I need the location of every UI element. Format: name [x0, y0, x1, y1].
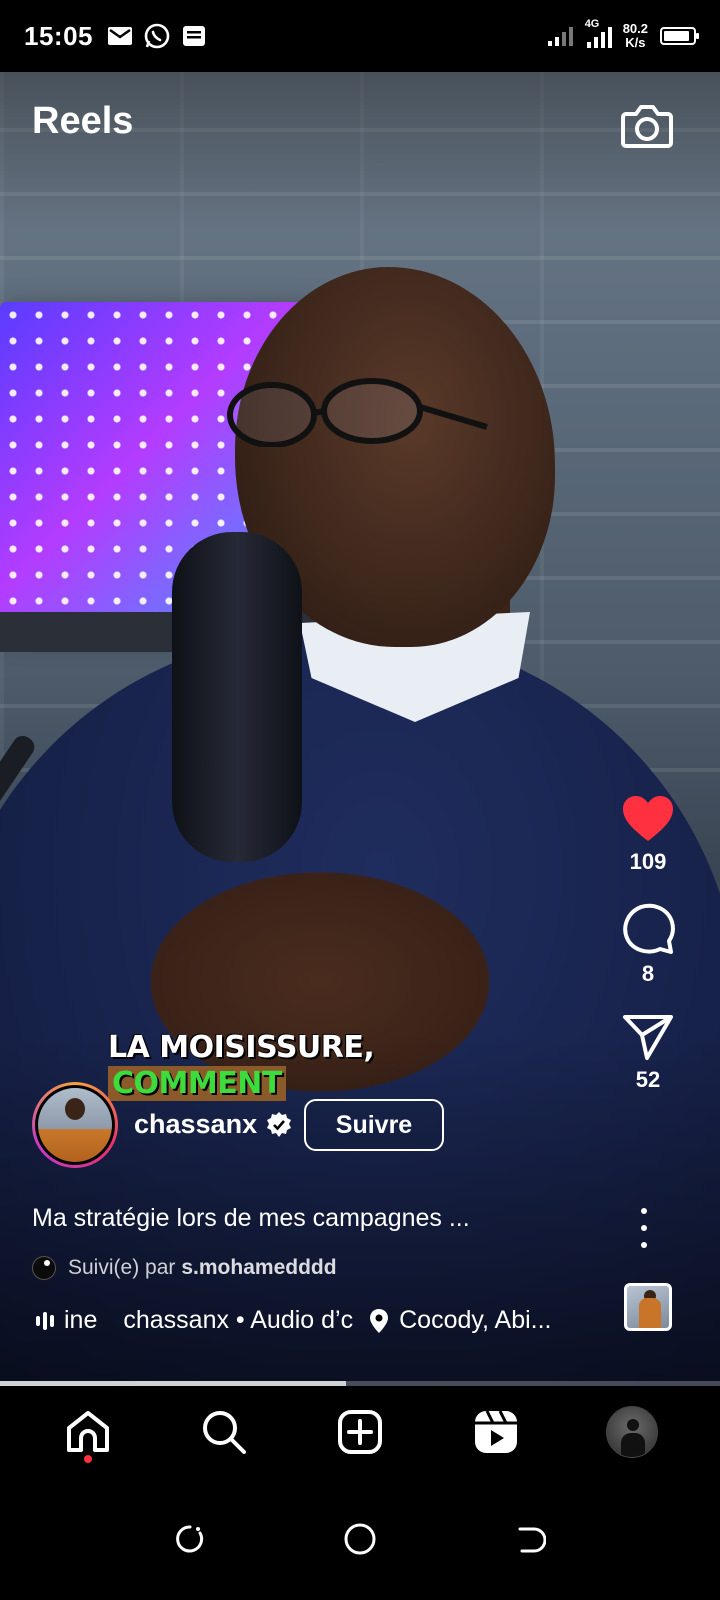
whatsapp-icon: [144, 23, 170, 49]
followed-by-prefix: Suivi(e) par: [68, 1256, 176, 1279]
comment-count: 8: [641, 961, 655, 986]
create-icon: [338, 1410, 382, 1454]
caption-line-2: COMMENT: [108, 1066, 286, 1101]
system-nav-bar: [0, 1478, 720, 1600]
nav-create[interactable]: [325, 1397, 395, 1467]
more-options-button[interactable]: [632, 1208, 656, 1248]
message-icon: [183, 26, 205, 46]
video-caption: LA MOISISSURE, COMMENT: [108, 1030, 375, 1102]
share-button[interactable]: 52: [622, 1013, 674, 1093]
profile-avatar-nav: [606, 1406, 658, 1458]
followed-by-row[interactable]: Suivi(e) par s.mohamedddd: [32, 1256, 337, 1280]
like-button[interactable]: 109: [621, 795, 675, 875]
speed-value: 80.2: [622, 21, 648, 36]
more-dot-icon: [641, 1208, 647, 1214]
audio-location-row[interactable]: ine chassanx • Audio d’c Cocody, Abi...: [36, 1306, 596, 1335]
recents-icon: [176, 1525, 204, 1553]
followed-by-user[interactable]: s.mohamedddd: [181, 1256, 336, 1280]
thumb-figure: [639, 1298, 661, 1328]
top-shade: [0, 72, 720, 232]
more-dot-icon: [641, 1225, 647, 1231]
net-speed: 80.2 K/s: [623, 22, 648, 50]
audio-thumbnail[interactable]: [624, 1283, 672, 1331]
comment-icon: [623, 903, 675, 954]
gmail-icon: [108, 27, 132, 45]
bottom-nav: [0, 1386, 720, 1478]
audio-text-a[interactable]: ine: [64, 1306, 97, 1335]
nav-home[interactable]: [53, 1397, 123, 1467]
status-time: 15:05: [24, 20, 93, 51]
audio-text-b[interactable]: chassanx • Audio d’c: [123, 1306, 353, 1335]
page-title: Reels: [32, 100, 134, 142]
back-icon: [518, 1527, 546, 1553]
location-text[interactable]: Cocody, Abi...: [399, 1306, 551, 1335]
battery-icon: [660, 27, 699, 45]
username-row[interactable]: chassanx: [134, 1109, 293, 1140]
share-count: 52: [635, 1067, 661, 1092]
nav-search[interactable]: [189, 1397, 259, 1467]
nav-profile[interactable]: [597, 1397, 667, 1467]
signal-4g-icon: [586, 27, 612, 48]
heart-icon: [623, 796, 673, 841]
like-count: 109: [629, 849, 667, 874]
home-button[interactable]: [340, 1519, 380, 1559]
battery-fill: [664, 31, 689, 41]
avatar-image: [38, 1088, 112, 1162]
location-pin-icon: [370, 1308, 389, 1333]
status-right: 4G 80.2 K/s: [547, 18, 699, 50]
back-button[interactable]: [510, 1519, 550, 1559]
home-icon: [67, 1411, 109, 1452]
network-4g-indicator: 4G: [583, 18, 615, 50]
send-icon: [623, 1015, 673, 1060]
recents-button[interactable]: [170, 1519, 210, 1559]
followed-by-avatar: [32, 1256, 56, 1280]
caption-line-1: LA MOISISSURE,: [108, 1030, 375, 1065]
reels-icon: [475, 1410, 517, 1453]
nav-reels[interactable]: [461, 1397, 531, 1467]
speed-unit: K/s: [625, 35, 646, 50]
action-rail: 109 8 52: [612, 795, 684, 1093]
camera-icon[interactable]: [620, 100, 674, 150]
follow-button[interactable]: Suivre: [304, 1099, 444, 1151]
notification-icons: [107, 22, 207, 50]
status-bar: 15:05 4G 80.2 K/s: [0, 0, 720, 72]
username[interactable]: chassanx: [134, 1109, 257, 1140]
verified-badge-icon: [267, 1111, 292, 1137]
profile-avatar[interactable]: [32, 1082, 118, 1168]
comment-button[interactable]: 8: [621, 901, 675, 987]
search-icon: [203, 1411, 246, 1454]
person-glasses: [227, 378, 488, 447]
microphone: [172, 532, 302, 862]
more-dot-icon: [641, 1242, 647, 1248]
home-circle-icon: [344, 1523, 376, 1555]
audio-bars-icon: [36, 1311, 54, 1330]
post-description[interactable]: Ma stratégie lors de mes campagnes ...: [32, 1204, 592, 1233]
home-notification-dot: [84, 1455, 92, 1463]
signal-icon: [547, 27, 573, 46]
